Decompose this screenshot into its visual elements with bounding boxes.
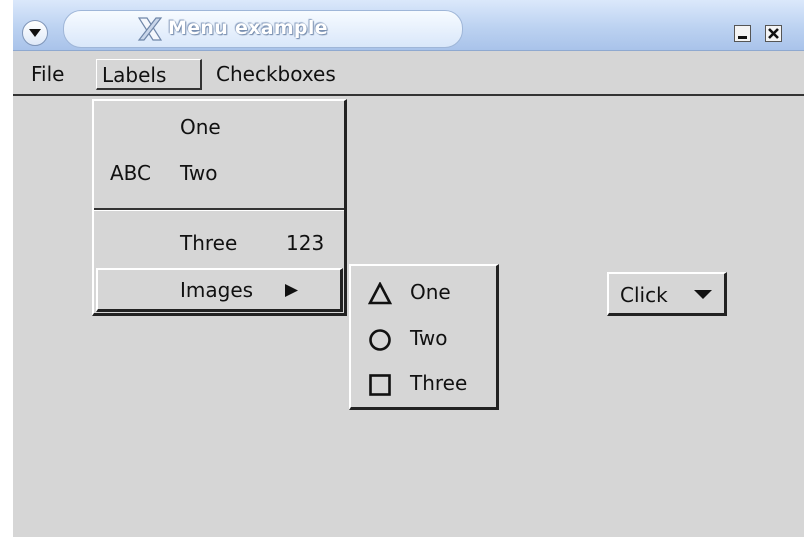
menu-labels[interactable]: Labels [96, 59, 202, 90]
triangle-right-icon [285, 284, 298, 297]
menu-item-label: One [180, 115, 221, 139]
labels-menu: One ABC Two Three 123 Images [92, 99, 347, 316]
minimize-icon [738, 36, 747, 39]
circle-icon [369, 329, 391, 351]
menu-item-accelerator: 123 [286, 231, 325, 255]
window-title: Menu example [168, 17, 328, 39]
app-window: Menu example File Labels Checkboxes One … [13, 0, 804, 537]
menu-file[interactable]: File [26, 59, 69, 90]
click-dropdown-button[interactable]: Click [607, 272, 727, 316]
menu-item-label: Three [180, 231, 238, 255]
chevron-down-icon [29, 29, 41, 37]
images-submenu: One Two Three [349, 264, 499, 410]
submenu-item-label: Two [410, 326, 448, 350]
caret-down-icon [694, 290, 712, 299]
submenu-item-label: One [410, 280, 451, 304]
title-pill: Menu example [63, 10, 463, 48]
title-bar: Menu example [13, 0, 804, 51]
menu-item-images[interactable]: Images [96, 268, 343, 312]
close-icon [768, 28, 779, 39]
menu-item-prefix: ABC [110, 161, 152, 185]
menu-checkboxes[interactable]: Checkboxes [211, 59, 341, 90]
submenu-item-label: Three [410, 371, 468, 395]
close-button[interactable] [765, 25, 782, 42]
window-menu-button[interactable] [22, 20, 48, 46]
x-logo-icon [137, 17, 163, 41]
click-button-label: Click [620, 283, 668, 307]
menu-separator [94, 208, 344, 211]
menu-bar: File Labels Checkboxes [13, 53, 804, 96]
triangle-icon [368, 282, 392, 305]
square-icon [369, 374, 391, 396]
minimize-button[interactable] [734, 25, 751, 42]
menu-item-label: Two [180, 161, 218, 185]
menu-item-label: Images [180, 278, 254, 302]
